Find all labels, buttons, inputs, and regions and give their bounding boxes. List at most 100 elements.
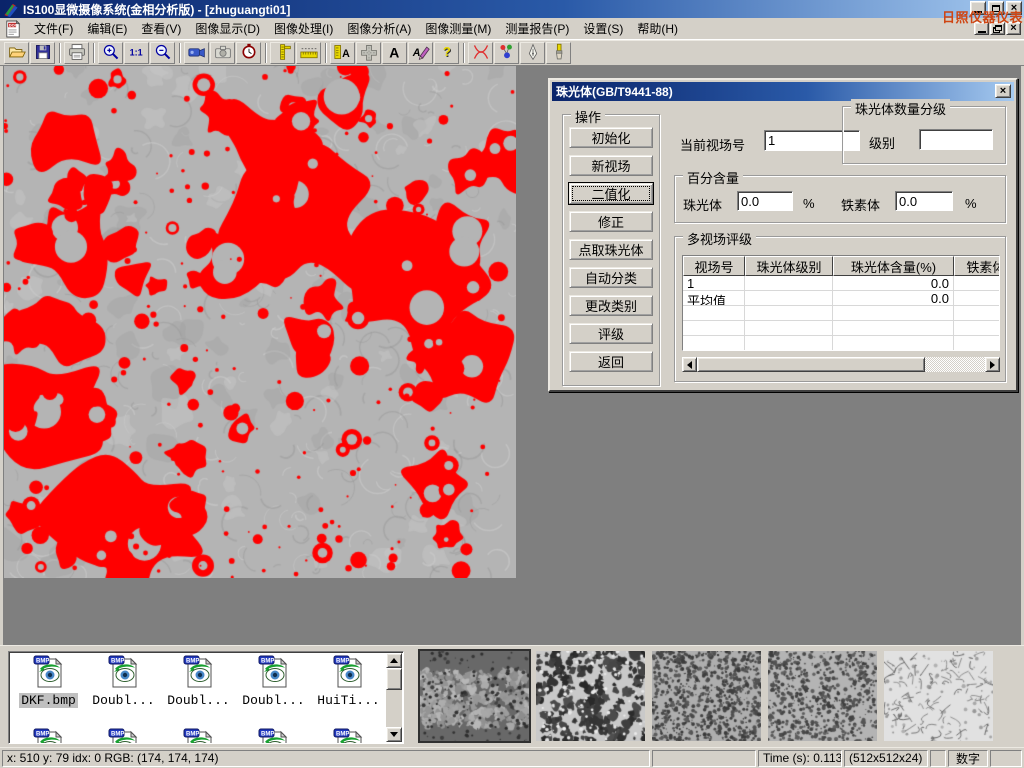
table-row[interactable] bbox=[683, 321, 999, 336]
table-column-header[interactable]: 视场号 bbox=[683, 256, 745, 276]
curve-tool-button[interactable] bbox=[468, 42, 493, 64]
ferrite-percent-input[interactable] bbox=[895, 191, 953, 211]
op-button-更改类别[interactable]: 更改类别 bbox=[569, 295, 653, 316]
pearlite-dialog: 珠光体(GB/T9441-88) × 操作 初始化新视场二值化修正点取珠光体自动… bbox=[548, 78, 1018, 392]
thumbnail-image-2[interactable] bbox=[536, 651, 645, 741]
svg-text:BMP: BMP bbox=[261, 659, 274, 665]
timer-button[interactable] bbox=[236, 42, 261, 64]
table-column-header[interactable]: 珠光体含量(%) bbox=[833, 256, 954, 276]
brush-button[interactable] bbox=[546, 42, 571, 64]
menu-item-4[interactable]: 图像显示(D) bbox=[188, 17, 267, 40]
table-row[interactable]: 10.0 bbox=[683, 276, 999, 291]
menu-item-9[interactable]: 设置(S) bbox=[576, 17, 630, 40]
dialog-close-button[interactable]: × bbox=[995, 84, 1011, 98]
op-button-评级[interactable]: 评级 bbox=[569, 323, 653, 344]
scrollbar-track[interactable] bbox=[697, 357, 985, 372]
scroll-down-button[interactable] bbox=[386, 727, 402, 742]
table-row[interactable] bbox=[683, 306, 999, 321]
zoom-out-button[interactable] bbox=[150, 42, 175, 64]
file-item-partial[interactable]: BMP bbox=[311, 728, 386, 744]
close-button[interactable]: × bbox=[1006, 1, 1022, 15]
file-item-partial[interactable]: BMP bbox=[161, 728, 236, 744]
mdi-close-button[interactable]: × bbox=[1006, 22, 1021, 35]
svg-text:BMP: BMP bbox=[336, 659, 349, 665]
minimize-button[interactable] bbox=[970, 1, 986, 15]
save-button[interactable] bbox=[30, 42, 55, 64]
maximize-button[interactable] bbox=[988, 1, 1004, 15]
file-item-HuiTi...[interactable]: BMPHuiTi... bbox=[311, 655, 386, 708]
open-button[interactable] bbox=[4, 42, 29, 64]
menu-item-5[interactable]: 图像处理(I) bbox=[267, 17, 340, 40]
grid-cross-button[interactable] bbox=[356, 42, 381, 64]
menu-item-6[interactable]: 图像分析(A) bbox=[340, 17, 418, 40]
help-button[interactable]: ?? bbox=[434, 42, 459, 64]
op-button-新视场[interactable]: 新视场 bbox=[569, 155, 653, 176]
scroll-right-button[interactable] bbox=[985, 357, 1000, 372]
table-row[interactable] bbox=[683, 336, 999, 351]
pen-button[interactable] bbox=[520, 42, 545, 64]
menu-item-8[interactable]: 测量报告(P) bbox=[498, 17, 576, 40]
toolbar-separator bbox=[265, 43, 267, 63]
op-button-初始化[interactable]: 初始化 bbox=[569, 127, 653, 148]
thumbnail-image-1[interactable] bbox=[420, 651, 529, 741]
op-button-返回[interactable]: 返回 bbox=[569, 351, 653, 372]
file-name: Doubl... bbox=[240, 693, 306, 708]
grade-input[interactable] bbox=[919, 129, 993, 150]
menu-item-3[interactable]: 查看(V) bbox=[134, 17, 188, 40]
table-column-header[interactable]: 铁素体含量(%) bbox=[954, 256, 1000, 276]
scroll-left-button[interactable] bbox=[682, 357, 697, 372]
ruler-button[interactable] bbox=[296, 42, 321, 64]
time-panel: Time (s): 0.113 bbox=[758, 750, 842, 767]
thumbnail-image-3[interactable] bbox=[652, 651, 761, 741]
zoom-in-button[interactable] bbox=[98, 42, 123, 64]
file-item-partial[interactable]: BMP bbox=[236, 728, 311, 744]
mdi-minimize-button[interactable] bbox=[974, 22, 989, 35]
current-field-label: 当前视场号 bbox=[680, 135, 745, 154]
file-item-Doubl...[interactable]: BMPDoubl... bbox=[86, 655, 161, 708]
dialog-title: 珠光体(GB/T9441-88) bbox=[556, 83, 673, 100]
scrollbar-thumb[interactable] bbox=[697, 357, 925, 372]
menu-item-2[interactable]: 编辑(E) bbox=[80, 17, 134, 40]
op-button-修正[interactable]: 修正 bbox=[569, 211, 653, 232]
file-item-partial[interactable]: BMP bbox=[86, 728, 161, 744]
table-row[interactable]: 平均值0.0 bbox=[683, 291, 999, 306]
op-button-二值化[interactable]: 二值化 bbox=[569, 183, 653, 204]
print-button[interactable] bbox=[64, 42, 89, 64]
points-tool-button[interactable] bbox=[494, 42, 519, 64]
menu-item-10[interactable]: 帮助(H) bbox=[630, 17, 685, 40]
menu-item-1[interactable]: 文件(F) bbox=[27, 17, 80, 40]
video-camera-button[interactable] bbox=[184, 42, 209, 64]
title-bar: IS100显微摄像系统(金相分析版) - [zhuguangti01] × bbox=[0, 0, 1024, 18]
camera-button[interactable] bbox=[210, 42, 235, 64]
text-button[interactable]: A bbox=[382, 42, 407, 64]
scrollbar-thumb[interactable] bbox=[386, 668, 402, 690]
rating-table[interactable]: 视场号珠光体级别珠光体含量(%)铁素体含量(%) 10.0平均值0.0 bbox=[682, 255, 1000, 351]
file-item-partial[interactable]: BMP bbox=[11, 728, 86, 744]
file-list-scrollbar[interactable] bbox=[386, 653, 402, 742]
mdi-restore-button[interactable] bbox=[990, 22, 1005, 35]
application-window: { "window": { "title": "IS100显微摄像系统(金相分析… bbox=[0, 0, 1024, 768]
scroll-up-button[interactable] bbox=[386, 653, 402, 668]
menu-item-7[interactable]: 图像测量(M) bbox=[418, 17, 498, 40]
bmp-file-icon: BMP bbox=[30, 655, 68, 692]
metallographic-image[interactable] bbox=[4, 66, 516, 578]
measure-text-button[interactable]: A bbox=[330, 42, 355, 64]
file-item-Doubl...[interactable]: BMPDoubl... bbox=[161, 655, 236, 708]
actual-size-icon: 1:1 bbox=[127, 43, 147, 64]
table-cell bbox=[683, 306, 745, 320]
actual-size-button[interactable]: 1:1 bbox=[124, 42, 149, 64]
file-item-Doubl...[interactable]: BMP Doubl... bbox=[236, 655, 311, 708]
table-column-header[interactable]: 珠光体级别 bbox=[745, 256, 833, 276]
op-button-自动分类[interactable]: 自动分类 bbox=[569, 267, 653, 288]
table-horizontal-scrollbar[interactable] bbox=[682, 357, 1000, 372]
menu-items: 文件(F)编辑(E)查看(V)图像显示(D)图像处理(I)图像分析(A)图像测量… bbox=[27, 17, 685, 40]
thumbnail-image-4[interactable] bbox=[768, 651, 877, 741]
table-cell bbox=[683, 336, 745, 350]
operations-buttons: 初始化新视场二值化修正点取珠光体自动分类更改类别评级返回 bbox=[569, 127, 653, 372]
annotate-button[interactable]: A bbox=[408, 42, 433, 64]
op-button-点取珠光体[interactable]: 点取珠光体 bbox=[569, 239, 653, 260]
thumbnail-image-5[interactable] bbox=[884, 651, 993, 741]
file-item-DKF.bmp[interactable]: BMPDKF.bmp bbox=[11, 655, 86, 708]
caliper-button[interactable] bbox=[270, 42, 295, 64]
pearlite-percent-input[interactable] bbox=[737, 191, 793, 211]
